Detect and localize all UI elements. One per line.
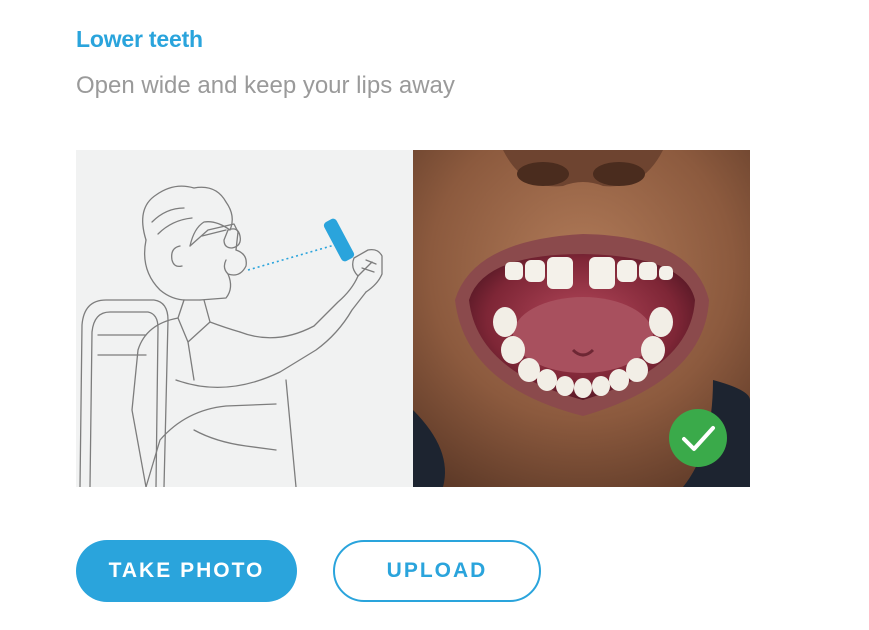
page-title: Lower teeth xyxy=(76,26,203,52)
check-icon xyxy=(668,408,728,468)
upload-button[interactable]: UPLOAD xyxy=(333,540,541,602)
example-photo xyxy=(413,150,750,487)
page-subtitle: Open wide and keep your lips away xyxy=(76,72,455,99)
instruction-illustration xyxy=(76,150,413,487)
take-photo-button[interactable]: TAKE PHOTO xyxy=(76,540,297,602)
